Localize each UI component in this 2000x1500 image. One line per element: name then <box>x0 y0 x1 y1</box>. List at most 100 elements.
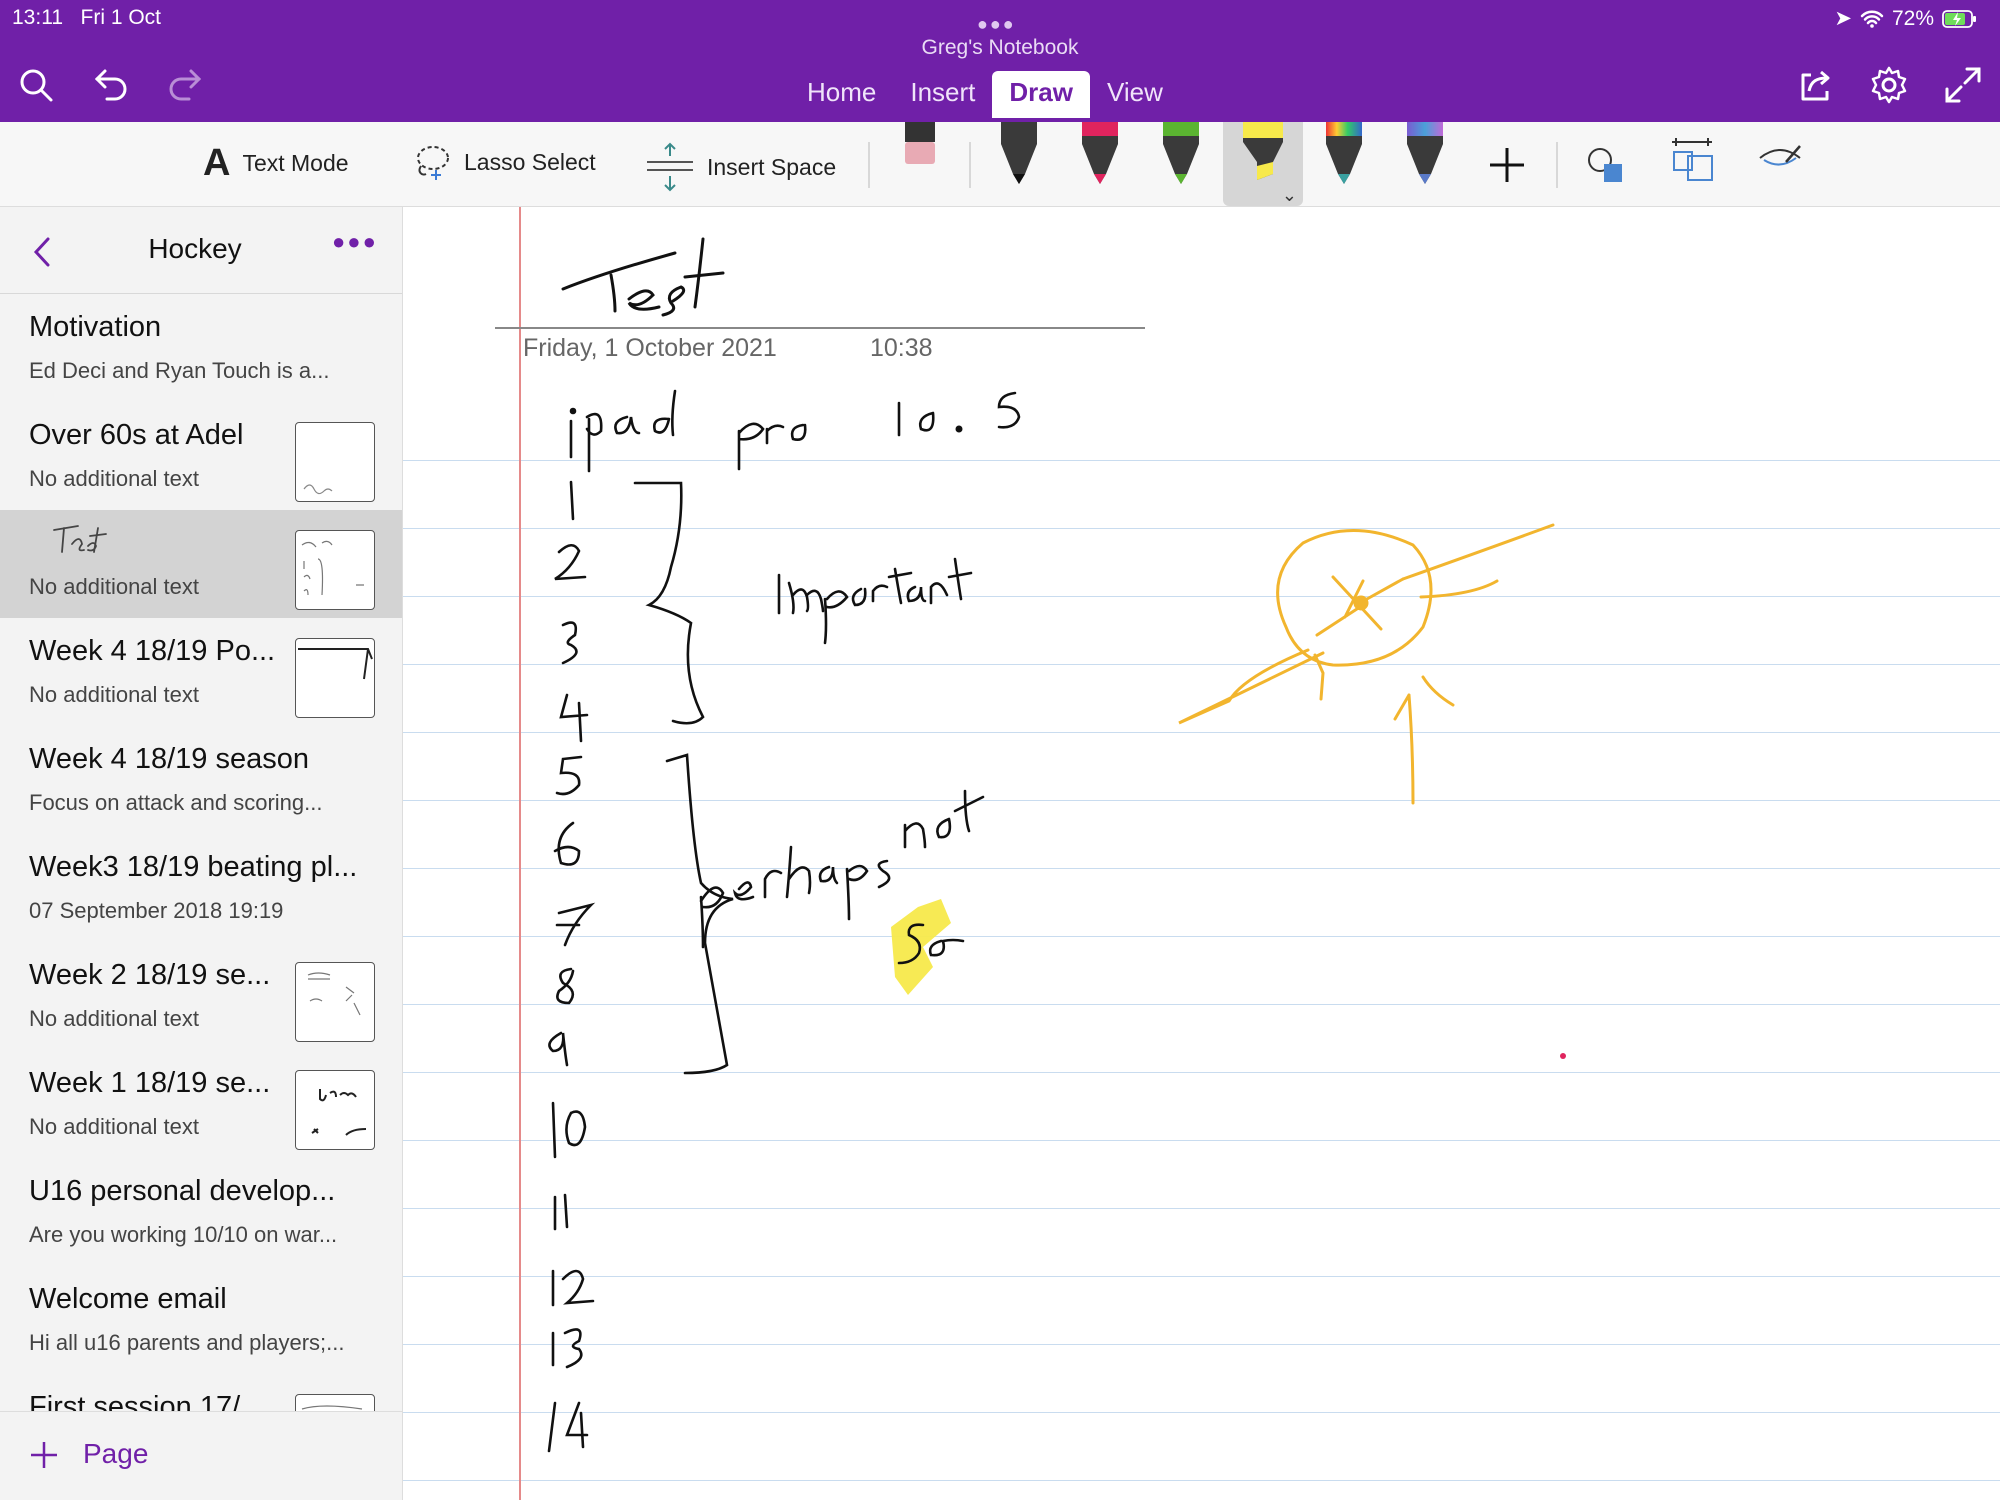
note-canvas[interactable]: Friday, 1 October 2021 10:38 <box>403 207 2000 1500</box>
page-preview: 07 September 2018 19:19 <box>29 898 284 923</box>
add-page-label: Page <box>83 1438 149 1469</box>
lasso-icon <box>417 146 449 180</box>
multitasking-dots[interactable]: ●●● <box>977 14 1016 35</box>
plus-icon <box>1490 148 1524 182</box>
black-pen-tool[interactable] <box>990 122 1048 206</box>
add-pen-button[interactable] <box>1478 122 1536 206</box>
plus-icon <box>31 1442 57 1468</box>
page-item-motivation[interactable]: Motivation Ed Deci and Ryan Touch is a..… <box>0 294 402 402</box>
rainbow-pen-tool[interactable] <box>1315 122 1373 206</box>
page-title: U16 personal develop... <box>29 1175 336 1207</box>
tab-draw[interactable]: Draw <box>992 71 1090 118</box>
page-preview: No additional text <box>29 682 199 707</box>
eraser-tool[interactable] <box>891 122 949 206</box>
page-thumbnail <box>295 530 375 610</box>
pink-pen-tool[interactable] <box>1071 122 1129 206</box>
undo-icon[interactable] <box>88 62 134 108</box>
chevron-down-icon[interactable]: ⌄ <box>1282 185 1297 206</box>
page-thumbnail <box>295 962 375 1042</box>
page-list: Motivation Ed Deci and Ryan Touch is a..… <box>0 294 402 1482</box>
ink-to-shape-icon <box>1672 138 1713 181</box>
section-header: Hockey ●●● <box>0 207 402 294</box>
handwritten-title-thumbnail <box>53 525 107 553</box>
pink-ink-dot <box>1560 1053 1566 1059</box>
page-title: Welcome email <box>29 1283 227 1315</box>
redo-icon[interactable] <box>162 62 208 108</box>
pen-icon <box>1001 122 1037 184</box>
page-preview: Hi all u16 parents and players;... <box>29 1330 345 1355</box>
page-preview: Ed Deci and Ryan Touch is a... <box>29 358 330 383</box>
pen-icon <box>1407 122 1443 184</box>
page-item-week4-season[interactable]: Week 4 18/19 season Focus on attack and … <box>0 726 402 834</box>
page-preview: Are you working 10/10 on war... <box>29 1222 338 1247</box>
page-item-u16[interactable]: U16 personal develop... Are you working … <box>0 1158 402 1266</box>
page-item-test-selected[interactable]: No additional text <box>0 510 402 618</box>
ribbon-divider <box>1556 142 1558 188</box>
page-title: Week 2 18/19 se... <box>29 959 271 991</box>
tab-insert[interactable]: Insert <box>893 71 992 118</box>
page-list-sidebar: Hockey ●●● Motivation Ed Deci and Ryan T… <box>0 207 403 1500</box>
page-title: Week 4 18/19 season <box>29 743 309 775</box>
more-options-icon[interactable]: ●●● <box>332 229 378 255</box>
tab-home[interactable]: Home <box>790 71 893 118</box>
eraser-icon <box>905 122 935 164</box>
page-preview: No additional text <box>29 466 199 491</box>
page-item-over-60s[interactable]: Over 60s at Adel No additional text <box>0 402 402 510</box>
page-preview: No additional text <box>29 1114 199 1139</box>
lasso-select-button[interactable]: Lasso Select <box>412 142 596 182</box>
highlighter-icon <box>1243 122 1283 180</box>
page-preview: Focus on attack and scoring... <box>29 790 323 815</box>
galaxy-pen-tool[interactable] <box>1396 122 1454 206</box>
wifi-icon <box>1860 10 1884 28</box>
handwritten-title <box>561 237 725 317</box>
page-title: Week 4 18/19 Po... <box>29 635 276 667</box>
page-thumbnail <box>295 1070 375 1150</box>
page-item-week3[interactable]: Week3 18/19 beating pl... 07 September 2… <box>0 834 402 942</box>
share-icon[interactable] <box>1792 62 1838 108</box>
tab-view[interactable]: View <box>1090 71 1180 118</box>
curly-brackets <box>633 481 734 1075</box>
page-item-week4-po[interactable]: Week 4 18/19 Po... No additional text <box>0 618 402 726</box>
orange-sun-sketch <box>1178 523 1555 805</box>
page-thumbnail <box>295 638 375 718</box>
page-title: Week 1 18/19 se... <box>29 1067 271 1099</box>
page-item-week2[interactable]: Week 2 18/19 se... No additional text <box>0 942 402 1050</box>
page-preview: No additional text <box>29 574 199 599</box>
page-preview: No additional text <box>29 1006 199 1031</box>
handwritten-important <box>777 557 973 645</box>
pen-icon <box>1082 122 1118 184</box>
ink-layer <box>547 237 1566 1453</box>
location-icon: ➤ <box>1834 7 1852 30</box>
search-icon[interactable] <box>13 62 59 108</box>
shapes-icon <box>1588 148 1622 182</box>
page-title: Over 60s at Adel <box>29 419 244 451</box>
settings-gear-icon[interactable] <box>1866 62 1912 108</box>
add-page-button[interactable]: Page <box>0 1411 402 1500</box>
fullscreen-icon[interactable] <box>1940 62 1986 108</box>
pen-icon <box>1326 122 1362 184</box>
eye-pen-icon <box>1759 145 1801 166</box>
ribbon-divider <box>969 142 971 188</box>
insert-space-button[interactable]: Insert Space <box>645 142 836 192</box>
page-item-welcome-email[interactable]: Welcome email Hi all u16 parents and pla… <box>0 1266 402 1374</box>
yellow-highlighter-tool[interactable]: ⌄ <box>1223 122 1303 206</box>
status-time: 13:11 Fri 1 Oct <box>12 6 162 29</box>
ribbon-tabs: Home Insert Draw View <box>790 71 1180 118</box>
insert-space-icon <box>647 142 693 192</box>
ribbon-divider <box>868 142 870 188</box>
page-item-week1[interactable]: Week 1 18/19 se... No additional text <box>0 1050 402 1158</box>
draw-ribbon: A Text Mode Lasso Select Insert Space ⌄ <box>0 122 2000 207</box>
shapes-button[interactable] <box>1576 122 1634 206</box>
status-indicators: ➤ 72% <box>1834 6 1978 31</box>
title-bar: 13:11 Fri 1 Oct ●●● ➤ 72% Greg's Noteboo… <box>0 0 2000 122</box>
handwritten-heading <box>569 389 1021 473</box>
text-mode-button[interactable]: A Text Mode <box>203 142 349 185</box>
green-pen-tool[interactable] <box>1152 122 1210 206</box>
page-title: Motivation <box>29 311 162 343</box>
handwritten-numbers <box>547 480 596 1453</box>
page-title: Week3 18/19 beating pl... <box>29 851 358 883</box>
text-mode-icon: A <box>203 142 231 184</box>
convert-ink-button[interactable] <box>1664 122 1722 206</box>
ink-replay-button[interactable] <box>1752 122 1810 206</box>
battery-charging-icon <box>1942 9 1976 28</box>
